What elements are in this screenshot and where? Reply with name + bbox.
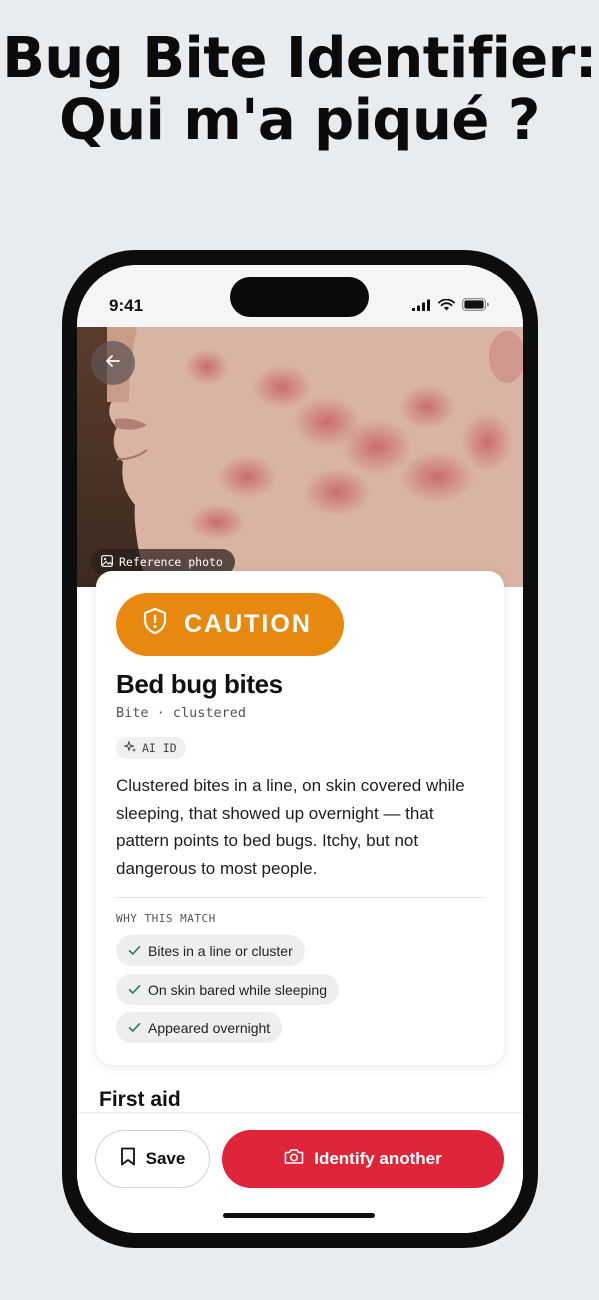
headline-line-2: Qui m'a piqué ? [59,88,540,153]
identify-another-button[interactable]: Identify another [222,1130,504,1188]
battery-icon [462,298,489,316]
status-bar: 9:41 [77,265,523,327]
phone-frame: 9:41 Reference photo CAUTION Bed bug bit… [62,250,538,1248]
match-reason-chip: On skin bared while sleeping [116,974,339,1005]
save-button-label: Save [145,1149,186,1168]
why-this-match-label: WHY THIS MATCH [116,912,216,925]
identification-subtitle: Bite · clustered [116,705,247,721]
headline-line-1: Bug Bite Identifier: [2,26,597,91]
sparkle-icon [124,740,137,756]
match-reason-chip: Bites in a line or cluster [116,935,305,966]
check-icon [128,1020,141,1036]
reference-photo-label: Reference photo [119,555,223,569]
ai-id-chip: AI ID [116,737,186,759]
wifi-icon [438,298,455,316]
ai-id-label: AI ID [142,741,177,755]
image-icon [101,554,113,570]
identification-title: Bed bug bites [116,669,283,699]
divider [116,897,484,898]
back-button[interactable] [91,341,135,385]
cellular-signal-icon [412,298,431,316]
promo-headline: Bug Bite Identifier: Qui m'a piqué ? [0,28,599,152]
reference-photo: Reference photo [77,327,523,587]
check-icon [128,982,141,998]
phone-screen: 9:41 Reference photo CAUTION Bed bug bit… [77,265,523,1233]
bottom-action-bar: Save Identify another [77,1112,523,1233]
identification-description: Clustered bites in a line, on skin cover… [116,776,465,878]
check-icon [128,943,141,959]
severity-badge: CAUTION [116,593,344,656]
result-card: CAUTION Bed bug bites Bite · clustered A… [96,571,504,1065]
match-reason-text: On skin bared while sleeping [148,981,327,998]
home-indicator [223,1213,375,1218]
first-aid-heading: First aid [99,1088,181,1111]
arrow-left-icon [104,352,122,375]
status-time: 9:41 [109,296,144,315]
bookmark-icon [120,1147,136,1171]
camera-icon [284,1148,304,1170]
skin-photo-illustration [77,327,523,587]
shield-alert-icon [142,607,168,642]
match-reason-text: Bites in a line or cluster [148,942,293,959]
status-icons [412,298,489,316]
identify-another-label: Identify another [314,1149,442,1168]
match-reason-text: Appeared overnight [148,1019,271,1036]
severity-label: CAUTION [184,610,312,638]
match-reason-chip: Appeared overnight [116,1012,283,1043]
dynamic-island [230,277,369,317]
save-button[interactable]: Save [95,1130,210,1188]
